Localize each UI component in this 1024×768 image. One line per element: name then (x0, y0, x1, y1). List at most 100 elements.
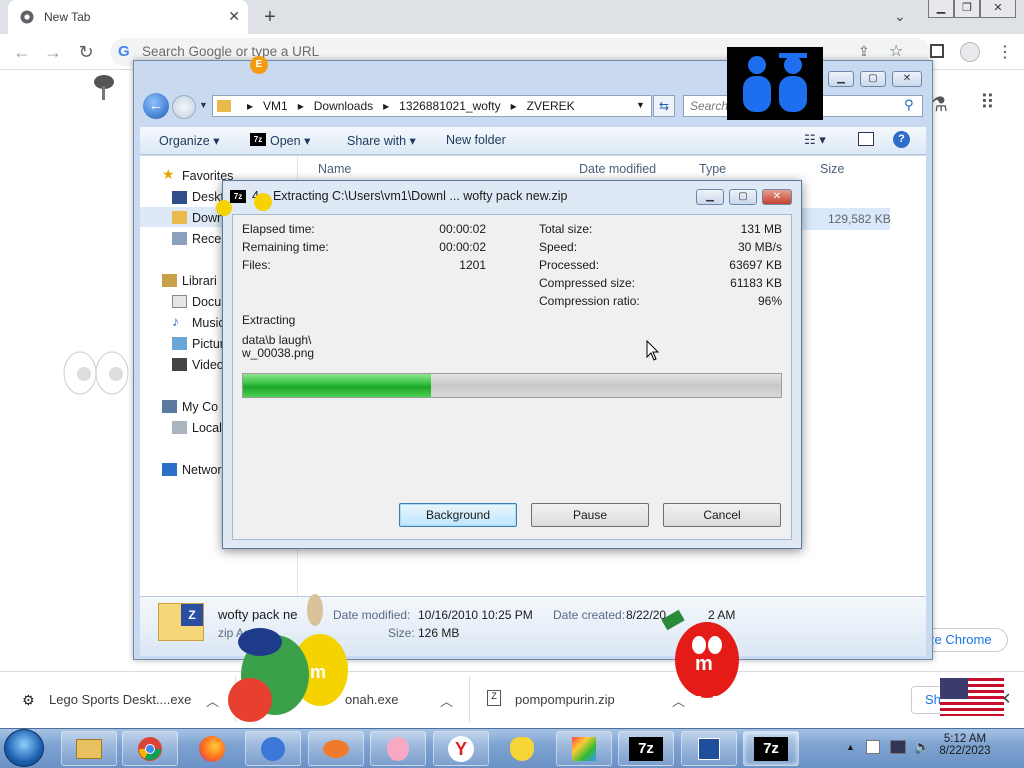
tray-flag-icon[interactable] (866, 740, 880, 754)
taskbar-firefox[interactable] (184, 731, 240, 766)
svg-text:m: m (695, 653, 713, 675)
explorer-address-bar[interactable]: ▸ VM1 ▸ Downloads ▸ 1326881021_wofty ▸ ZVER… (212, 95, 652, 117)
taskbar-tool[interactable] (681, 731, 737, 766)
piglet-icon (387, 736, 409, 761)
orange-badge-sticker: E (250, 56, 268, 74)
apps-grid-icon[interactable]: ⠿ (980, 90, 995, 115)
desktop-icon (172, 191, 187, 204)
sidebar-local-disk[interactable]: Local (192, 421, 222, 435)
new-tab-button[interactable]: + (258, 6, 282, 29)
restore-icon[interactable]: ❐ (954, 0, 980, 18)
tray-overflow-icon[interactable]: ▲ (846, 742, 855, 752)
minimize-icon[interactable]: ▁ (928, 0, 954, 18)
current-file-name: w_00038.png (242, 346, 315, 360)
forward-icon[interactable]: → (41, 40, 65, 64)
open-button[interactable]: Open ▾ (270, 133, 310, 148)
share-icon[interactable]: ⇪ (858, 43, 870, 60)
dialog-close-icon[interactable]: ✕ (762, 189, 792, 205)
explorer-back-icon[interactable]: ← (143, 93, 169, 119)
download-item-1[interactable]: Lego Sports Deskt....exe (49, 692, 191, 707)
taskbar-piglet[interactable] (370, 731, 426, 766)
breadcrumb-vm1[interactable]: VM1 (263, 99, 288, 113)
column-date-modified[interactable]: Date modified (579, 162, 656, 176)
customize-chrome-button[interactable]: ze Chrome (928, 632, 992, 647)
dialog-minimize-icon[interactable]: ▁ (696, 189, 724, 205)
background-button[interactable]: Background (399, 503, 517, 527)
7zip-taskbar-icon: 7z (629, 736, 663, 761)
reload-icon[interactable]: ↻ (74, 40, 98, 64)
start-button[interactable] (4, 729, 44, 767)
explorer-close-icon[interactable]: ✕ (892, 71, 922, 87)
tab-title: New Tab (44, 10, 91, 24)
download-1-chevron-icon[interactable]: ︿ (206, 691, 219, 710)
stitch-icon (261, 736, 285, 761)
sidebar-music[interactable]: Music (192, 316, 225, 330)
download-2-chevron-icon[interactable]: ︿ (440, 691, 453, 710)
new-folder-button[interactable]: New folder (446, 133, 506, 147)
preview-pane-icon[interactable] (858, 132, 874, 146)
dialog-title: 4Extracting C:\Users\vm1\Downl ... wofty… (252, 189, 568, 203)
address-dropdown-icon[interactable]: ▼ (636, 100, 645, 110)
download-item-3[interactable]: pompompurin.zip (515, 692, 615, 707)
column-size[interactable]: Size (820, 162, 844, 176)
breadcrumb-downloads[interactable]: Downloads (314, 99, 373, 113)
organize-button[interactable]: Organize ▾ (159, 133, 219, 148)
taskbar-7zip-active[interactable]: 7z (743, 731, 799, 766)
help-icon[interactable]: ? (893, 131, 910, 148)
close-icon[interactable]: ✕ (980, 0, 1016, 18)
column-type[interactable]: Type (699, 162, 726, 176)
breadcrumb-zverek[interactable]: ZVEREK (527, 99, 575, 113)
m-and-m-characters-image: m (220, 590, 360, 730)
yellow-badge-sticker-2 (254, 193, 272, 211)
sidebar-documents[interactable]: Docu (192, 295, 221, 309)
profile-avatar-icon[interactable] (960, 42, 980, 62)
menu-icon[interactable]: ⋮ (997, 42, 1013, 62)
taskbar-explorer[interactable] (61, 731, 117, 766)
sidebar-videos[interactable]: Video (192, 358, 224, 372)
taskbar-yandex[interactable]: Y (433, 731, 489, 766)
us-flag-image (940, 678, 1004, 716)
show-all-button[interactable]: Sh (925, 692, 941, 707)
search-icon[interactable]: ⚲ (904, 97, 914, 113)
breadcrumb-folder[interactable]: 1326881021_wofty (399, 99, 500, 113)
column-name[interactable]: Name (318, 162, 351, 176)
taskbar-fish[interactable] (308, 731, 364, 766)
bookmark-star-icon[interactable]: ☆ (889, 41, 903, 61)
taskbar-stitch[interactable] (245, 731, 301, 766)
close-tab-icon[interactable]: ✕ (228, 8, 240, 25)
taskbar-clock[interactable]: 5:12 AM 8/22/2023 (930, 733, 1000, 757)
explorer-forward-icon[interactable] (172, 95, 196, 119)
taskbar-chrome[interactable] (122, 731, 178, 766)
dialog-maximize-icon[interactable]: ▢ (729, 189, 757, 205)
recent-pages-chevron-icon[interactable]: ▼ (199, 100, 208, 110)
views-icon[interactable]: ☷ ▾ (804, 132, 826, 148)
total-size-label: Total size: (539, 222, 593, 236)
pause-button[interactable]: Pause (531, 503, 649, 527)
taskbar-paint[interactable] (556, 731, 612, 766)
explorer-maximize-icon[interactable]: ▢ (860, 71, 886, 87)
sidebar-libraries[interactable]: Librari (182, 274, 217, 288)
sidebar-computer[interactable]: My Co (182, 400, 218, 414)
sidebar-network[interactable]: Networ (182, 463, 222, 477)
tray-volume-icon[interactable]: 🔈 (914, 739, 930, 755)
speed-value: 30 MB/s (737, 240, 782, 254)
side-panel-icon[interactable] (930, 44, 944, 58)
downloads-folder-icon (172, 211, 187, 224)
speed-label: Speed: (539, 240, 578, 254)
sidebar-pictures[interactable]: Pictur (192, 337, 224, 351)
back-icon[interactable]: ← (10, 40, 34, 64)
explorer-minimize-icon[interactable]: ▁ (828, 71, 854, 87)
chevron-down-icon[interactable]: ⌄ (894, 8, 906, 25)
share-with-button[interactable]: Share with ▾ (347, 133, 416, 148)
7zip-icon: 7z (230, 190, 246, 203)
files-label: Files: (242, 258, 271, 272)
computer-icon (162, 400, 177, 413)
tab-new-tab[interactable]: New Tab ✕ (8, 0, 248, 34)
favorites-star-icon: ★ (162, 166, 175, 182)
paint-icon (572, 736, 596, 761)
refresh-icon[interactable]: ⇆ (653, 95, 675, 117)
taskbar-pikachu[interactable] (494, 731, 550, 766)
taskbar-7zip[interactable]: 7z (618, 731, 674, 766)
cancel-button[interactable]: Cancel (663, 503, 781, 527)
tray-network-icon[interactable] (890, 740, 906, 754)
